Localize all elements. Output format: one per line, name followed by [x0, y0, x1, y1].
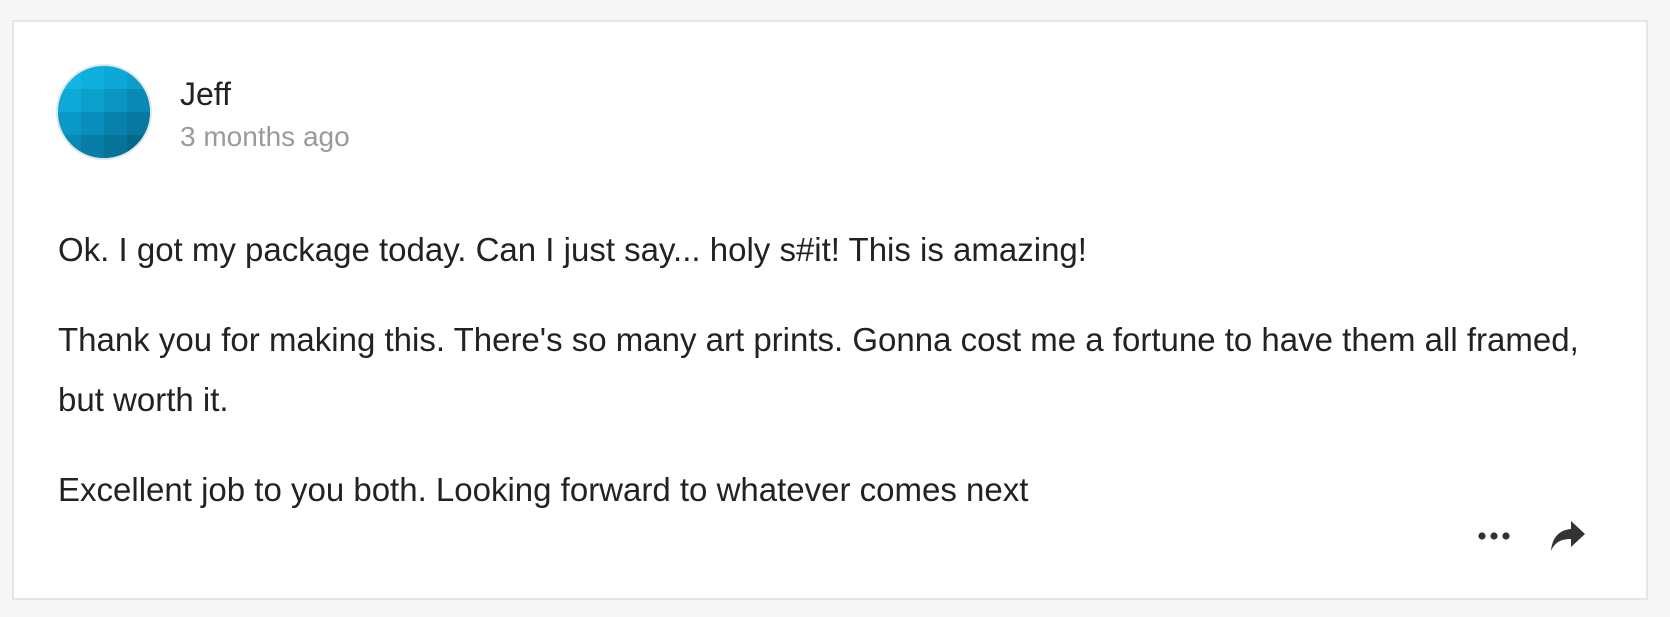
comment-meta: Jeff 3 months ago [180, 66, 350, 154]
avatar[interactable] [58, 66, 150, 158]
more-horizontal-icon [1478, 532, 1510, 540]
comment-timestamp[interactable]: 3 months ago [180, 120, 350, 154]
comment-actions [1474, 516, 1588, 556]
share-button[interactable] [1548, 516, 1588, 556]
avatar-pattern-icon [58, 66, 150, 158]
author-name[interactable]: Jeff [180, 74, 350, 114]
comment-paragraph: Ok. I got my package today. Can I just s… [58, 231, 1087, 268]
share-arrow-icon [1551, 521, 1585, 551]
comment-page: Jeff 3 months ago Ok. I got my package t… [0, 0, 1670, 617]
comment-paragraph: Excellent job to you both. Looking forwa… [58, 471, 1029, 508]
comment-header: Jeff 3 months ago [58, 66, 350, 158]
comment-paragraph: Thank you for making this. There's so ma… [58, 321, 1579, 418]
comment-body: Ok. I got my package today. Can I just s… [58, 220, 1618, 550]
more-options-button[interactable] [1474, 516, 1514, 556]
comment-card: Jeff 3 months ago Ok. I got my package t… [12, 20, 1648, 600]
